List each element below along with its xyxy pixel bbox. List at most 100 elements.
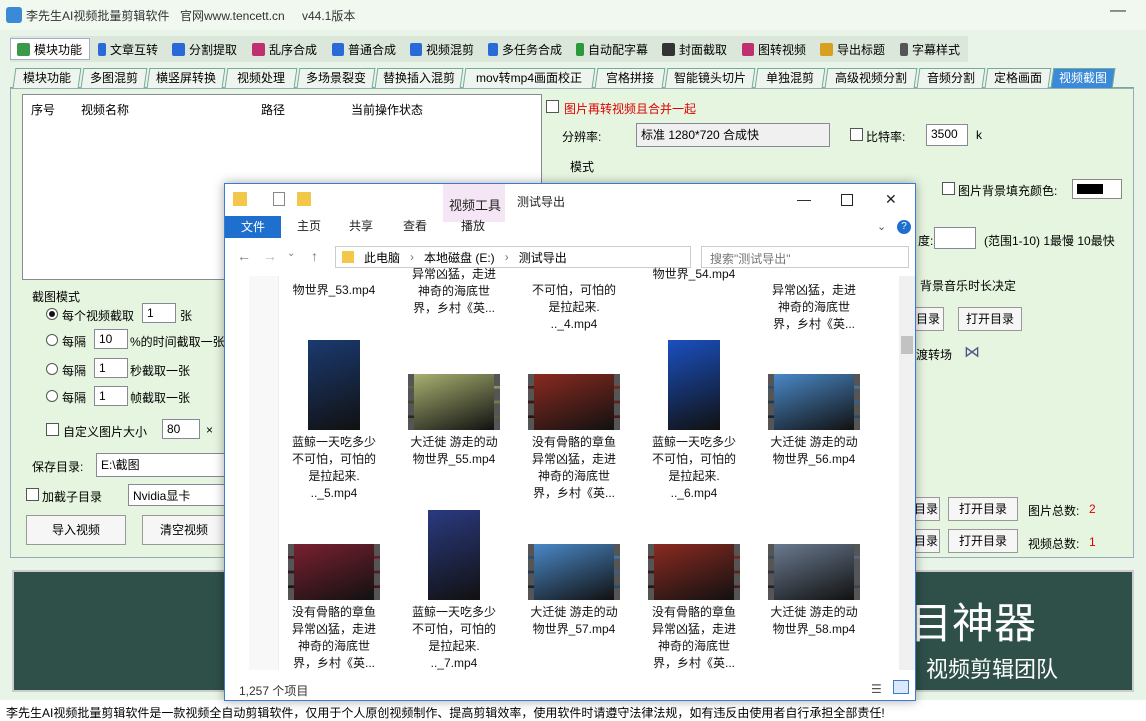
custom-width-input[interactable]: 80 — [162, 419, 200, 439]
open-dir-button-1[interactable]: 打开目录 — [958, 307, 1022, 331]
import-video-button[interactable]: 导入视频 — [26, 515, 126, 545]
file-item[interactable]: 大迁徙 游走的动 物世界_55.mp4 — [399, 340, 509, 468]
ribbon-share[interactable]: 共享 — [339, 214, 383, 238]
frames-value[interactable]: 1 — [94, 386, 128, 406]
tab-10[interactable]: 高级视频分割 — [824, 68, 918, 88]
module-label: 模块功能 — [34, 42, 83, 57]
ribbon-expand-icon[interactable]: ⌄ — [877, 220, 886, 233]
file-item-partial[interactable]: 不可怕，可怕的 是拉起来. .._4.mp4 — [519, 278, 629, 333]
recent-icon[interactable]: ⌄ — [287, 248, 295, 259]
module-label: 字幕样式 — [911, 42, 960, 57]
tab-12[interactable]: 定格画面 — [984, 68, 1052, 88]
large-icons-view-icon[interactable] — [893, 680, 909, 694]
each-video-count[interactable]: 1 — [142, 303, 176, 323]
file-item-partial[interactable]: 物世界_54.mp4 — [639, 262, 749, 283]
minimize-button[interactable]: — — [1110, 2, 1126, 20]
module-1[interactable]: 文章互转 — [92, 38, 164, 60]
radio-seconds[interactable] — [46, 363, 58, 375]
resolution-select[interactable]: 标准 1280*720 合成快 — [636, 123, 830, 147]
file-item[interactable]: 大迁徙 游走的动 物世界_57.mp4 — [519, 510, 629, 638]
percent-value[interactable]: 10 — [94, 329, 128, 349]
dir-button-2[interactable]: 目录 — [912, 497, 940, 521]
tab-0[interactable]: 模块功能 — [12, 68, 82, 88]
module-5[interactable]: 视频混剪 — [404, 38, 480, 60]
file-item-partial[interactable]: 物世界_53.mp4 — [279, 278, 389, 299]
radio-percent[interactable] — [46, 334, 58, 346]
file-item[interactable]: 大迁徙 游走的动 物世界_56.mp4 — [759, 340, 869, 468]
back-icon[interactable]: ← — [237, 248, 251, 264]
ribbon-play[interactable]: 播放 — [451, 214, 495, 238]
forward-icon[interactable]: → — [263, 248, 277, 264]
minimize-icon[interactable]: — — [797, 191, 811, 207]
tab-13[interactable]: 视频截图 — [1050, 68, 1116, 88]
maximize-icon[interactable] — [841, 194, 853, 206]
gpu-select[interactable]: Nvidia显卡 — [128, 484, 226, 506]
file-item-partial[interactable]: 异常凶猛，走进 神奇的海底世 界，乡村《英... — [399, 262, 509, 317]
tab-6[interactable]: mov转mp4画面校正 — [462, 68, 596, 88]
speed-input[interactable] — [934, 227, 976, 249]
dir-button-3[interactable]: 目录 — [912, 529, 940, 553]
merge-checkbox[interactable] — [546, 100, 559, 113]
tab-9[interactable]: 单独混剪 — [754, 68, 826, 88]
transition-icon[interactable]: ⋈ — [964, 342, 980, 362]
clear-video-button[interactable]: 清空视频 — [142, 515, 226, 545]
tab-3[interactable]: 视频处理 — [224, 68, 298, 88]
radio-frames[interactable] — [46, 390, 58, 402]
ribbon-home[interactable]: 主页 — [287, 214, 331, 238]
module-9[interactable]: 图转视频 — [736, 38, 812, 60]
file-item[interactable]: 没有骨骼的章鱼 异常凶猛，走进 神奇的海底世 界，乡村《英... — [519, 340, 629, 502]
tab-2[interactable]: 横竖屏转换 — [146, 68, 226, 88]
up-icon[interactable]: ↑ — [311, 248, 318, 264]
tab-7[interactable]: 宫格拼接 — [594, 68, 666, 88]
file-item[interactable]: 蓝鲸一天吃多少 不可怕，可怕的 是拉起来. .._7.mp4 — [399, 510, 509, 672]
seconds-value[interactable]: 1 — [94, 358, 128, 378]
close-icon[interactable]: ✕ — [885, 191, 897, 208]
new-folder-icon[interactable] — [297, 192, 311, 206]
quick-access-toolbar[interactable] — [233, 192, 323, 208]
subdir-checkbox[interactable] — [26, 488, 39, 501]
open-dir-button-2[interactable]: 打开目录 — [948, 497, 1018, 521]
properties-icon[interactable] — [273, 192, 285, 206]
bitrate-checkbox[interactable] — [850, 128, 863, 141]
dir-button-1[interactable]: 目录 — [912, 307, 944, 331]
file-caption: 没有骨骼的章鱼 异常凶猛，走进 神奇的海底世 界，乡村《英... — [651, 605, 736, 670]
module-4[interactable]: 普通合成 — [326, 38, 402, 60]
bitrate-input[interactable]: 3500 — [926, 124, 968, 146]
open-dir-button-3[interactable]: 打开目录 — [948, 529, 1018, 553]
custom-size-checkbox[interactable] — [46, 423, 59, 436]
vertical-scrollbar[interactable] — [899, 276, 915, 670]
navigation-pane[interactable] — [249, 276, 279, 670]
tab-4[interactable]: 多场景裂变 — [296, 68, 376, 88]
file-item[interactable]: 蓝鲸一天吃多少 不可怕，可怕的 是拉起来. .._6.mp4 — [639, 340, 749, 502]
bg-fill-checkbox[interactable] — [942, 182, 955, 195]
tab-label: 宫格拼接 — [605, 71, 654, 85]
module-11[interactable]: 字幕样式 — [894, 38, 966, 60]
details-view-icon[interactable]: ☰ — [871, 682, 882, 696]
file-item-partial[interactable]: 异常凶猛，走进 神奇的海底世 界，乡村《英... — [759, 278, 869, 333]
video-tools-label: 视频工具 — [449, 198, 502, 213]
tab-8[interactable]: 智能镜头切片 — [664, 68, 756, 88]
help-icon[interactable]: ? — [897, 220, 911, 234]
address-bar[interactable]: 此电脑 › 本地磁盘 (E:) › 测试导出 — [335, 246, 691, 268]
file-item[interactable]: 没有骨骼的章鱼 异常凶猛，走进 神奇的海底世 界，乡村《英... — [639, 510, 749, 672]
module-8[interactable]: 封面截取 — [656, 38, 734, 60]
bg-color-picker[interactable] — [1072, 179, 1122, 199]
radio-each-video[interactable] — [46, 308, 58, 320]
crumb-folder[interactable]: 测试导出 — [519, 249, 567, 266]
module-0[interactable]: 模块功能 — [10, 38, 90, 60]
module-10[interactable]: 导出标题 — [814, 38, 892, 60]
module-3[interactable]: 乱序合成 — [246, 38, 324, 60]
file-item[interactable]: 蓝鲸一天吃多少 不可怕，可怕的 是拉起来. .._5.mp4 — [279, 340, 389, 502]
ribbon-view[interactable]: 查看 — [393, 214, 437, 238]
tab-11[interactable]: 音频分割 — [916, 68, 986, 88]
module-6[interactable]: 多任务合成 — [482, 38, 568, 60]
file-item[interactable]: 大迁徙 游走的动 物世界_58.mp4 — [759, 510, 869, 638]
file-item[interactable]: 没有骨骼的章鱼 异常凶猛，走进 神奇的海底世 界，乡村《英... — [279, 510, 389, 672]
save-dir-input[interactable]: E:\截图 — [96, 453, 226, 477]
module-2[interactable]: 分割提取 — [166, 38, 244, 60]
tab-5[interactable]: 替换插入混剪 — [374, 68, 464, 88]
crumb-this-pc[interactable]: 此电脑 — [364, 249, 400, 266]
module-7[interactable]: 自动配字幕 — [570, 38, 654, 60]
tab-1[interactable]: 多图混剪 — [80, 68, 148, 88]
ribbon-file[interactable]: 文件 — [225, 216, 281, 238]
